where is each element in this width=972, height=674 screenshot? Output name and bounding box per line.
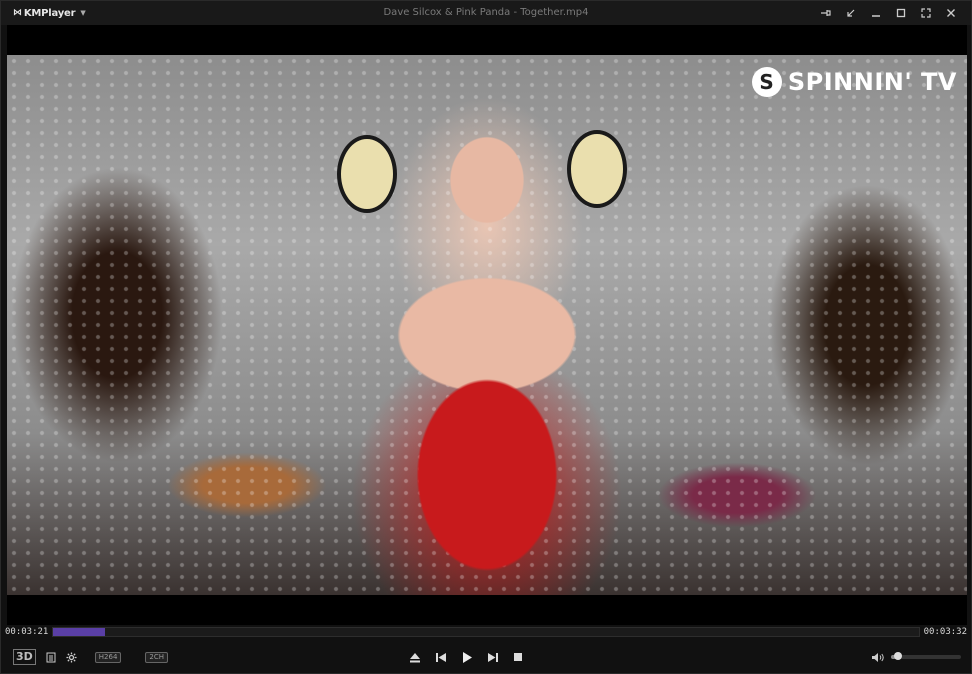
volume-icon xyxy=(872,652,884,662)
left-controls: 3D H264 2CH xyxy=(13,641,169,673)
previous-button[interactable] xyxy=(435,652,447,663)
stop-button[interactable] xyxy=(513,652,523,662)
headphone-left xyxy=(337,135,397,213)
app-menu-button[interactable]: ⋈ KMPlayer ▼ xyxy=(13,8,86,19)
window-buttons xyxy=(813,1,963,25)
maximize-icon xyxy=(896,8,905,18)
total-time: 00:03:32 xyxy=(923,627,967,637)
play-button[interactable] xyxy=(461,651,473,664)
channel-watermark: S SPINNIN' TV xyxy=(751,67,957,97)
seek-bar[interactable] xyxy=(52,627,920,637)
play-icon xyxy=(463,651,472,663)
volume-slider[interactable] xyxy=(891,652,961,660)
pin-icon xyxy=(820,10,831,16)
close-icon xyxy=(946,9,955,17)
control-bar: 3D H264 2CH xyxy=(1,641,971,673)
eject-button[interactable] xyxy=(409,652,421,663)
chevron-down-icon: ▼ xyxy=(80,9,86,17)
volume-controls xyxy=(871,641,961,673)
video-area[interactable]: S SPINNIN' TV xyxy=(7,25,967,625)
eject-icon xyxy=(410,652,420,662)
mini-mode-button[interactable] xyxy=(838,1,863,25)
player-window: ⋈ KMPlayer ▼ Dave Silcox & Pink Panda - … xyxy=(0,0,972,674)
app-name: KMPlayer xyxy=(23,7,76,19)
mute-button[interactable] xyxy=(871,652,885,663)
seek-row: 00:03:21 00:03:32 xyxy=(1,625,971,639)
channel-tag[interactable]: 2CH xyxy=(145,651,169,663)
codec-tag[interactable]: H264 xyxy=(94,651,122,663)
video-subject xyxy=(337,55,637,595)
gear-icon xyxy=(66,651,77,663)
seek-progress xyxy=(53,628,106,636)
mini-mode-icon xyxy=(846,9,854,17)
headphone-right xyxy=(567,130,627,208)
previous-icon xyxy=(436,652,446,662)
minimize-button[interactable] xyxy=(863,1,888,25)
close-button[interactable] xyxy=(938,1,963,25)
volume-knob[interactable] xyxy=(893,652,902,660)
minimize-icon xyxy=(871,15,880,17)
playback-controls xyxy=(409,641,523,673)
next-icon xyxy=(488,652,498,662)
fullscreen-button[interactable] xyxy=(913,1,938,25)
settings-button[interactable] xyxy=(66,651,77,663)
elapsed-time: 00:03:21 xyxy=(5,627,49,637)
watermark-badge: S xyxy=(751,67,782,97)
playlist-button[interactable] xyxy=(46,652,56,663)
3d-button[interactable]: 3D xyxy=(13,649,36,665)
playlist-icon xyxy=(46,652,56,662)
kmplayer-logo-icon: ⋈ xyxy=(13,8,22,18)
next-button[interactable] xyxy=(487,652,499,663)
maximize-button[interactable] xyxy=(888,1,913,25)
stop-icon xyxy=(514,653,522,661)
watermark-text: SPINNIN' TV xyxy=(787,68,957,96)
video-frame: S SPINNIN' TV xyxy=(7,55,967,595)
fullscreen-icon xyxy=(920,8,931,18)
title-bar[interactable]: ⋈ KMPlayer ▼ Dave Silcox & Pink Panda - … xyxy=(1,1,971,25)
pin-button[interactable] xyxy=(813,1,838,25)
